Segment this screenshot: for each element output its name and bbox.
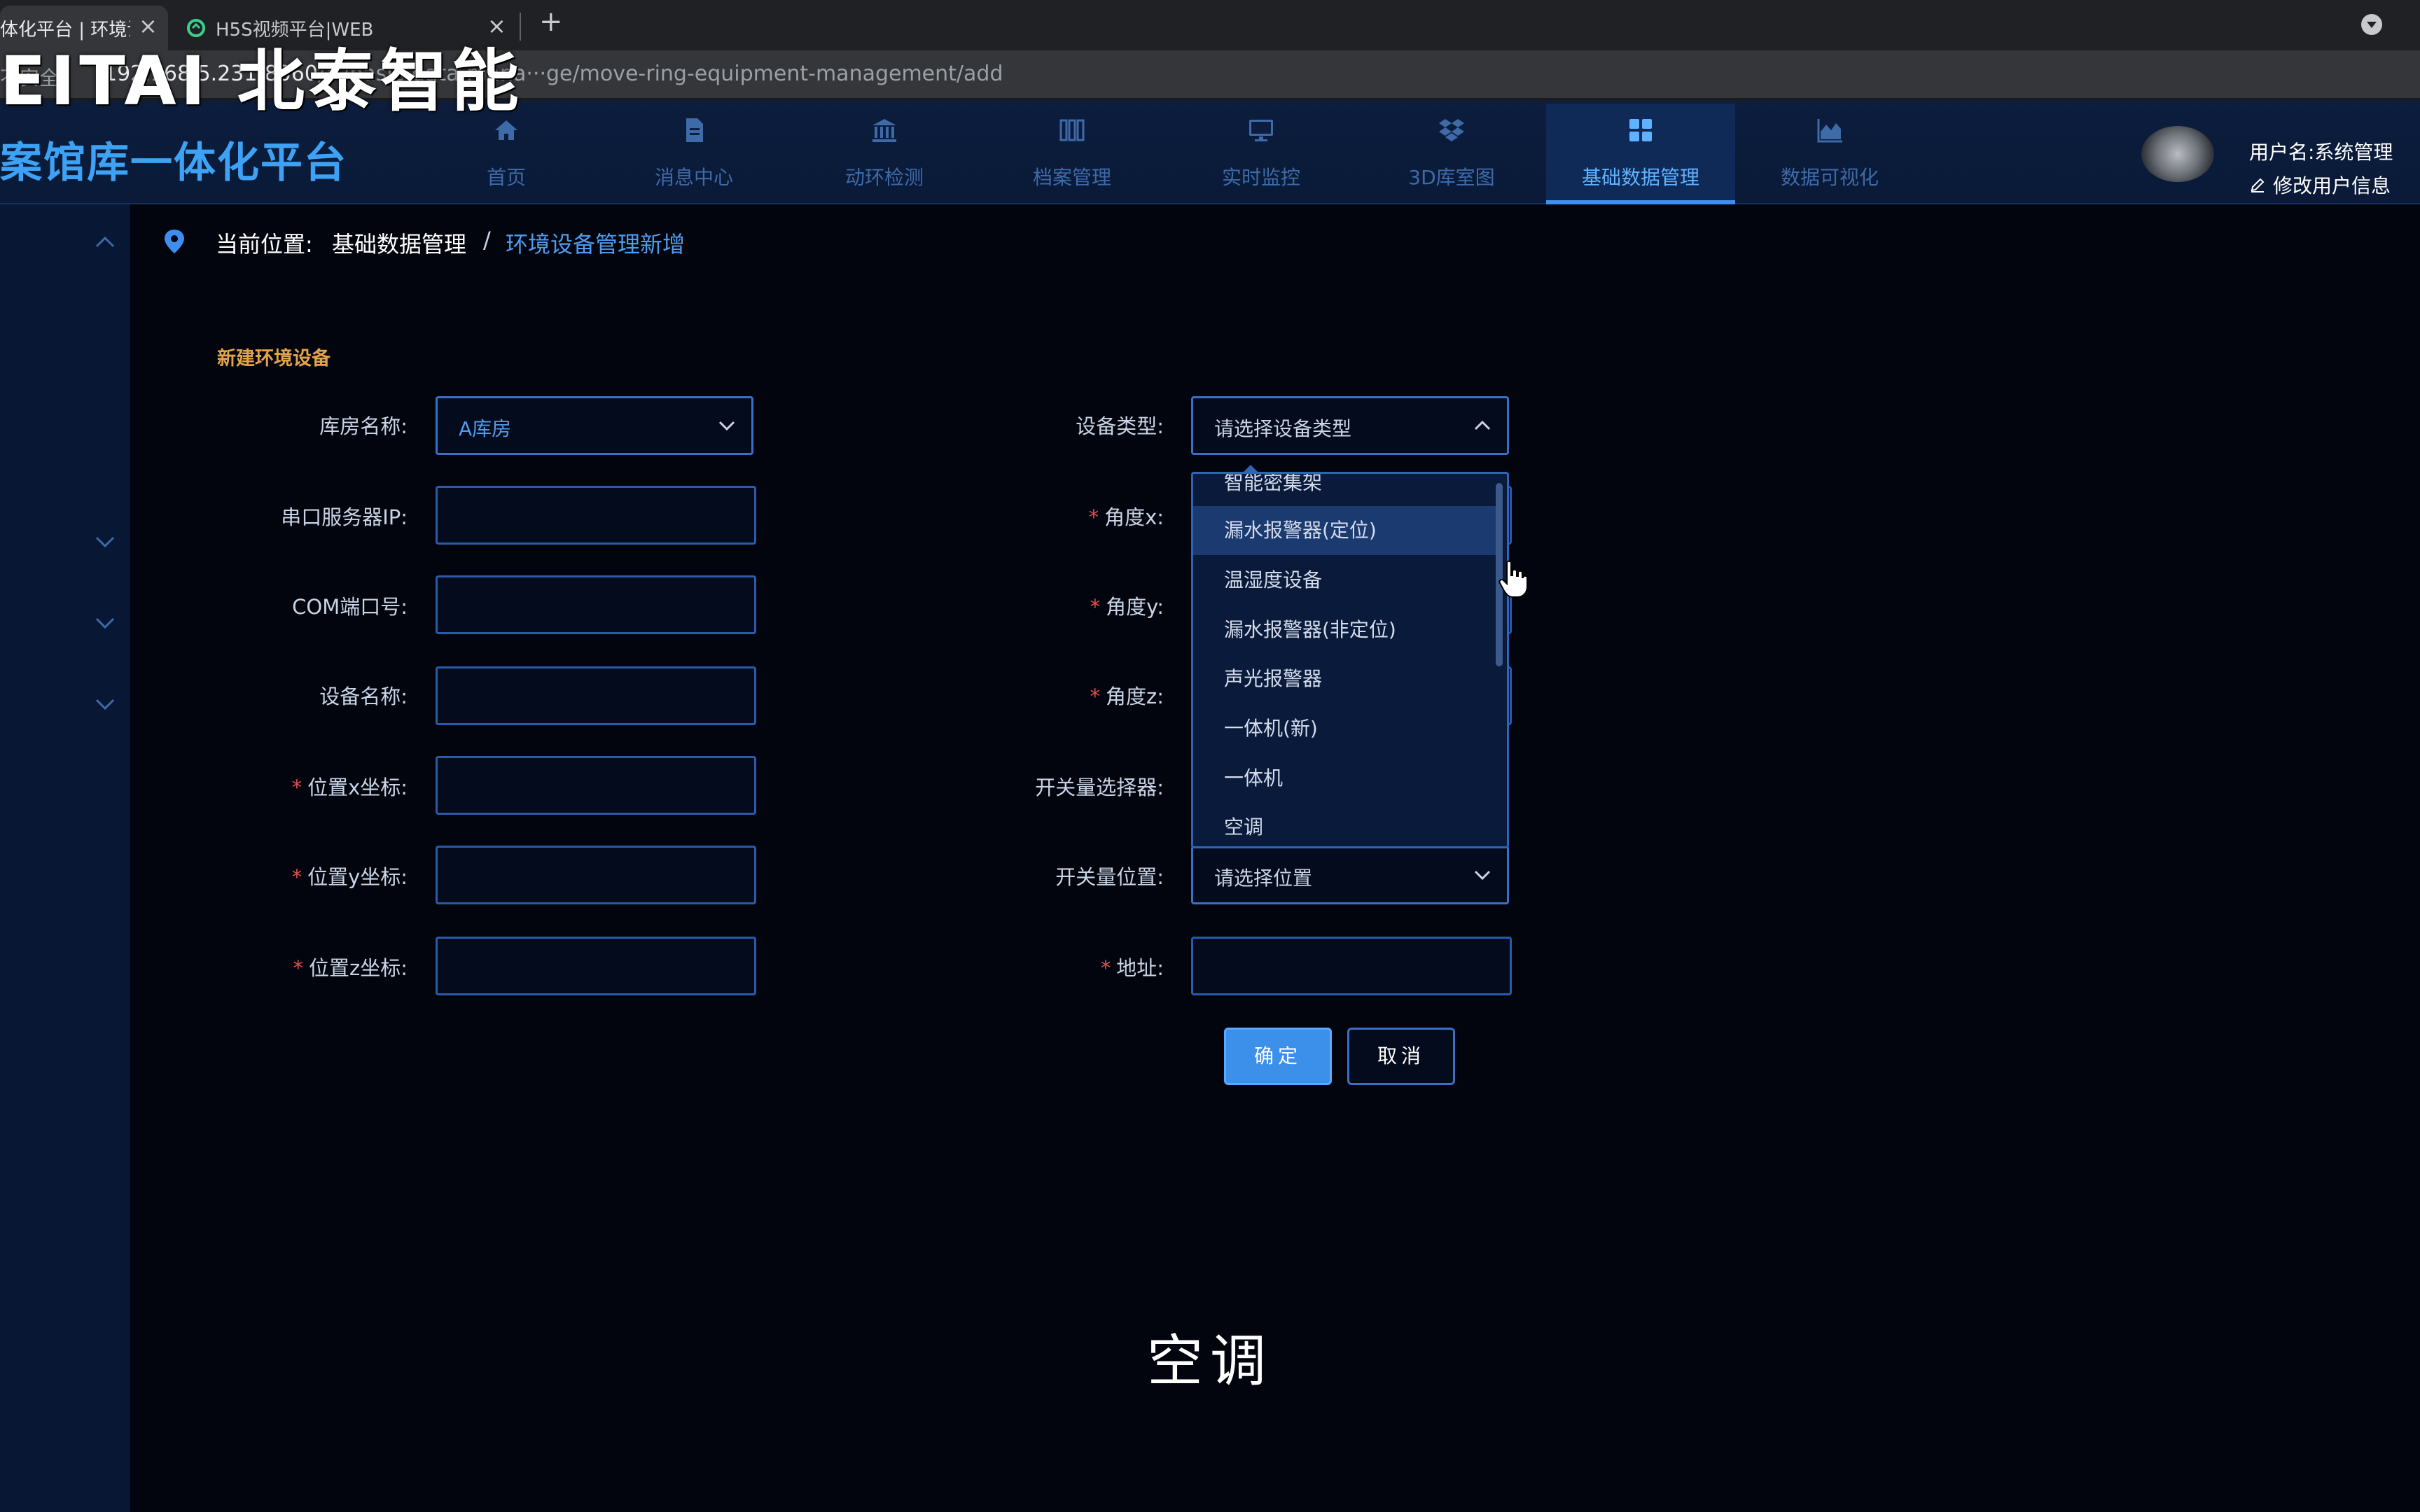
nav-label: 实时监控 xyxy=(1221,166,1300,189)
pos-z-text: 位置z坐标: xyxy=(309,956,408,980)
nav-label: 数据可视化 xyxy=(1780,166,1879,189)
switch-position-label: 开关量位置: xyxy=(1055,865,1164,889)
com-port-input[interactable] xyxy=(436,575,756,634)
edit-user-link[interactable]: 修改用户信息 xyxy=(2249,171,2391,199)
required-mark: * xyxy=(1090,595,1101,619)
pos-z-input[interactable] xyxy=(436,937,756,995)
chevron-down-icon xyxy=(1474,870,1491,881)
required-mark: * xyxy=(1088,505,1099,529)
device-name-label: 设备名称: xyxy=(319,685,408,708)
dropdown-option[interactable]: 漏水报警器(定位) xyxy=(1193,506,1497,555)
required-mark: * xyxy=(1100,956,1111,980)
username-label: 用户名:系统管理 xyxy=(2249,141,2393,164)
angle-y-text: 角度y: xyxy=(1106,595,1164,619)
nav-monitor[interactable]: 实时监控 xyxy=(1167,104,1356,204)
address-label: * 地址: xyxy=(1101,952,1164,981)
dropdown-option[interactable]: 一体机 xyxy=(1193,754,1497,803)
pos-x-input[interactable] xyxy=(436,756,756,815)
nav-label: 3D库室图 xyxy=(1408,166,1495,189)
device-type-label: 设备类型: xyxy=(1076,414,1164,438)
switch-position-select[interactable]: 请选择位置 xyxy=(1191,846,1509,904)
location-pin-icon xyxy=(165,230,184,253)
dropdown-option[interactable]: 声光报警器 xyxy=(1193,654,1497,704)
bank-icon xyxy=(872,119,896,142)
device-type-placeholder: 请选择设备类型 xyxy=(1214,417,1352,440)
area-chart-icon xyxy=(1817,119,1842,143)
switch-position-placeholder: 请选择位置 xyxy=(1214,867,1313,890)
warehouse-select[interactable]: A库房 xyxy=(436,396,753,455)
avatar[interactable] xyxy=(2141,126,2214,182)
hand-cursor-icon xyxy=(1498,560,1528,598)
chevron-down-icon xyxy=(718,421,735,431)
tab-search-icon[interactable] xyxy=(2361,14,2382,35)
pos-y-input[interactable] xyxy=(436,846,756,904)
chevron-down-icon[interactable] xyxy=(94,535,116,550)
chevron-up-icon[interactable] xyxy=(94,234,116,249)
breadcrumb-page: 环境设备管理新增 xyxy=(506,231,686,258)
form-title: 新建环境设备 xyxy=(217,348,331,370)
new-tab-button[interactable]: + xyxy=(539,6,563,38)
pos-y-label: * 位置y坐标: xyxy=(292,861,408,890)
grid-icon xyxy=(1629,119,1652,141)
chevron-down-icon[interactable] xyxy=(94,697,116,713)
pos-z-label: * 位置z坐标: xyxy=(293,952,408,981)
nav-label: 首页 xyxy=(486,166,526,189)
monitor-icon xyxy=(1249,120,1273,141)
serial-ip-input[interactable] xyxy=(436,486,756,545)
dropdown-option[interactable]: 空调 xyxy=(1193,803,1497,846)
angle-x-text: 角度x: xyxy=(1104,505,1164,529)
edit-user-label: 修改用户信息 xyxy=(2273,174,2391,197)
breadcrumb-section[interactable]: 基础数据管理 xyxy=(332,227,466,259)
serial-ip-label: 串口服务器IP: xyxy=(281,505,408,529)
nav-visualization[interactable]: 数据可视化 xyxy=(1735,104,1924,204)
pencil-icon xyxy=(2251,178,2265,192)
nav-messages[interactable]: 消息中心 xyxy=(599,104,788,204)
nav-label: 基础数据管理 xyxy=(1581,166,1699,189)
breadcrumb-separator: / xyxy=(483,227,491,253)
required-mark: * xyxy=(293,956,304,980)
angle-x-label: * 角度x: xyxy=(1089,501,1164,531)
angle-z-text: 角度z: xyxy=(1106,685,1164,708)
nav-label: 档案管理 xyxy=(1032,166,1111,189)
brand-watermark: EITAI 北泰智能 xyxy=(0,42,523,120)
required-mark: * xyxy=(1090,685,1101,708)
device-name-input[interactable] xyxy=(436,666,756,725)
nav-3d-map[interactable]: 3D库室图 xyxy=(1357,104,1546,204)
dropdown-option[interactable]: 温湿度设备 xyxy=(1193,556,1497,605)
angle-z-label: * 角度z: xyxy=(1090,680,1164,710)
video-caption: 空调 xyxy=(1147,1329,1273,1394)
dropdown-option[interactable]: 一体机(新) xyxy=(1193,704,1497,753)
warehouse-value: A库房 xyxy=(459,417,512,440)
nav-archive[interactable]: 档案管理 xyxy=(978,104,1167,204)
device-type-dropdown[interactable]: 智能密集架 漏水报警器(定位) 温湿度设备 漏水报警器(非定位) 声光报警器 一… xyxy=(1191,472,1509,848)
cancel-button[interactable]: 取消 xyxy=(1347,1028,1455,1085)
required-mark: * xyxy=(291,776,302,799)
address-input[interactable] xyxy=(1191,937,1512,995)
chevron-down-icon[interactable] xyxy=(94,616,116,631)
chevron-up-icon xyxy=(1474,420,1491,430)
warehouse-label: 库房名称: xyxy=(319,414,408,438)
pos-x-text: 位置x坐标: xyxy=(307,776,408,799)
device-type-select[interactable]: 请选择设备类型 xyxy=(1191,396,1509,455)
angle-y-label: * 角度y: xyxy=(1090,591,1164,620)
switch-selector-label: 开关量选择器: xyxy=(1035,776,1164,799)
document-icon xyxy=(686,118,703,142)
screen: 体化平台 | 环境设 × H5S视频平台|WEB × + 不安全 192.168… xyxy=(0,0,2420,1512)
pos-x-label: * 位置x坐标: xyxy=(292,771,408,801)
nav-label: 动环检测 xyxy=(844,166,924,189)
dropbox-icon xyxy=(1439,119,1464,141)
pos-y-text: 位置y坐标: xyxy=(307,865,408,889)
nav-label: 消息中心 xyxy=(654,166,733,189)
dropdown-option[interactable]: 漏水报警器(非定位) xyxy=(1193,606,1497,654)
confirm-button[interactable]: 确定 xyxy=(1224,1028,1332,1085)
com-port-label: COM端口号: xyxy=(292,595,408,619)
nav-basic-data[interactable]: 基础数据管理 xyxy=(1546,104,1735,204)
required-mark: * xyxy=(291,865,302,889)
app-title: 案馆库一体化平台 xyxy=(0,139,347,188)
dropdown-option[interactable]: 智能密集架 xyxy=(1193,474,1497,507)
breadcrumb-label: 当前位置: xyxy=(216,231,313,258)
address-text: 地址: xyxy=(1116,956,1164,980)
archive-icon xyxy=(1059,119,1085,141)
nav-environment[interactable]: 动环检测 xyxy=(790,104,979,204)
